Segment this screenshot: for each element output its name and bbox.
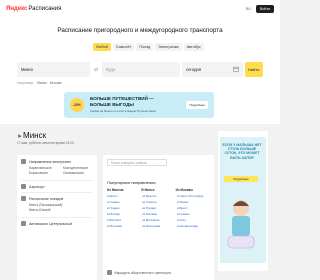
transport-tabs: Любой Самолёт Поезд Электричка Автобус	[93, 43, 204, 51]
direction-link[interactable]: в Калининград	[177, 224, 210, 228]
ad-illustration	[227, 200, 255, 249]
calendar-icon	[232, 66, 239, 73]
from-input[interactable]: Минск	[17, 62, 91, 77]
promo-banner[interactable]: -25% БОЛЬШЕ ПУТЕШЕСТВИЙ — БОЛЬШЕ ВЫГОДЫ …	[64, 92, 214, 118]
find-button[interactable]: Найти	[244, 62, 263, 77]
direction-link[interactable]: из Гомеля	[142, 200, 175, 204]
city-title[interactable]: ➤Минск	[17, 131, 74, 140]
public-transport-label: Маршруты общественного транспорта	[114, 270, 172, 275]
section-title: Автовокзал Центральный	[29, 221, 72, 226]
tab-any[interactable]: Любой	[93, 43, 111, 51]
quick-link[interactable]: Минск	[37, 81, 47, 85]
tab-train[interactable]: Поезд	[136, 43, 154, 51]
ad-text: ЕСЛИ У МАЛЫША НЕТ СТУЛА БОЛЬШЕ СУТОК, ЭТ…	[222, 143, 262, 160]
direction-link[interactable]: из Могилёва	[142, 224, 175, 228]
promo-button[interactable]: Подробнее	[186, 101, 208, 109]
divider	[21, 180, 93, 181]
tab-plane[interactable]: Самолёт	[112, 43, 135, 51]
tab-suburban[interactable]: Электричка	[155, 43, 182, 51]
quick-examples: Например: Минск Москва	[17, 81, 61, 85]
direction-link[interactable]: в Брест	[107, 194, 140, 198]
column-header: Из Москвы	[175, 188, 194, 192]
search-form: Минск ⇄ Куда сегодня Найти	[17, 62, 263, 77]
direction-link[interactable]: из Витебска	[142, 218, 175, 222]
logo-yandex: Яндекс	[6, 6, 28, 12]
direction-link[interactable]: Борисовское	[29, 171, 59, 175]
station-link[interactable]: Минск (Пассажирский)	[29, 203, 93, 207]
direction-link[interactable]: в Минск	[177, 200, 210, 204]
page-title: Расписание пригородного и междугородного…	[57, 27, 223, 34]
location-arrow-icon: ➤	[17, 134, 23, 140]
direction-link[interactable]: в Гродно	[107, 206, 140, 210]
direction-link[interactable]: из Бреста	[142, 194, 175, 198]
city-heading: ➤Минск 17 мая, суббота, местное время 15…	[17, 131, 74, 145]
direction-link[interactable]: из Москвы	[142, 212, 175, 216]
suburban-directions-heading[interactable]: Направления электричек	[21, 159, 93, 164]
promo-headline: БОЛЬШЕ ВЫГОДЫ	[90, 102, 134, 107]
direction-link[interactable]: Барановичское	[29, 166, 59, 170]
search-hero: Расписание пригородного и междугородного…	[0, 18, 280, 124]
promo-badge: -25%	[70, 98, 84, 112]
city-name: Минск	[23, 131, 47, 140]
bus-icon	[107, 270, 112, 275]
directions-grid: в Брест из Бреста в Санкт-Петербург в Го…	[107, 194, 210, 228]
direction-link[interactable]: в Ригу	[177, 218, 210, 222]
login-button[interactable]: Войти	[255, 5, 274, 13]
to-input[interactable]: Куда	[101, 62, 180, 77]
date-value: сегодня	[185, 67, 202, 72]
divider	[21, 192, 93, 193]
section-title: Расписание поездов	[29, 196, 64, 201]
direction-link[interactable]: в Санкт-Петербург	[177, 194, 210, 198]
city-transport-panel: Направления электричек Барановичское Мол…	[17, 155, 97, 280]
quick-label: Например:	[17, 81, 34, 85]
directions-header: Из Минска В Минск Из Москвы	[107, 188, 210, 192]
station-link[interactable]: Минск-Южный	[29, 208, 93, 212]
promo-subtitle: Скидки на билеты и отели в Яндекс Путеше…	[90, 108, 156, 113]
column-header: Из Минска	[107, 188, 124, 192]
station-search-input[interactable]: Поиск станций и рейсов	[107, 159, 167, 166]
swap-arrows-icon[interactable]: ⇄	[92, 67, 100, 73]
direction-link[interactable]: Осиповичское	[63, 171, 93, 175]
logo[interactable]: Яндекс Расписания	[6, 6, 61, 12]
ad-button[interactable]: Подробнее	[224, 176, 258, 182]
language-switch[interactable]: RU	[246, 7, 251, 11]
train-icon	[21, 159, 26, 164]
popular-directions-panel: Поиск станций и рейсов Популярные направ…	[103, 155, 214, 280]
direction-link[interactable]: в Гомель	[177, 212, 210, 216]
trains-heading[interactable]: Расписание поездов	[21, 196, 93, 201]
direction-link[interactable]: в Брест	[177, 206, 210, 210]
direction-link[interactable]: Молодечненское	[63, 166, 93, 170]
city-date: 17 мая, суббота, местное время 15:24	[17, 141, 74, 145]
train-icon	[21, 196, 26, 201]
quick-link[interactable]: Москва	[50, 81, 62, 85]
divider	[21, 217, 93, 218]
column-header: В Минск	[141, 188, 155, 192]
ad-banner[interactable]: ЕСЛИ У МАЛЫША НЕТ СТУЛА БОЛЬШЕ СУТОК, ЭТ…	[218, 131, 268, 271]
plane-icon	[21, 184, 26, 189]
tab-bus[interactable]: Автобус	[183, 43, 204, 51]
logo-service: Расписания	[28, 6, 62, 12]
top-bar: Яндекс Расписания RU Войти	[0, 0, 280, 18]
bus-icon	[21, 221, 26, 226]
popular-title: Популярные направления	[107, 180, 156, 185]
direction-link[interactable]: в Могилёв	[107, 224, 140, 228]
bus-station-heading[interactable]: Автовокзал Центральный	[21, 221, 93, 226]
section-title: Направления электричек	[29, 159, 71, 164]
direction-link[interactable]: из Гродно	[142, 206, 175, 210]
direction-link[interactable]: в Витебск	[107, 218, 140, 222]
direction-link[interactable]: в Москву	[107, 212, 140, 216]
date-input[interactable]: сегодня	[181, 62, 243, 77]
section-title: Аэропорт	[29, 184, 45, 189]
airport-heading[interactable]: Аэропорт	[21, 184, 93, 189]
direction-link[interactable]: в Гомель	[107, 200, 140, 204]
public-transport-link[interactable]: Маршруты общественного транспорта	[107, 270, 171, 275]
